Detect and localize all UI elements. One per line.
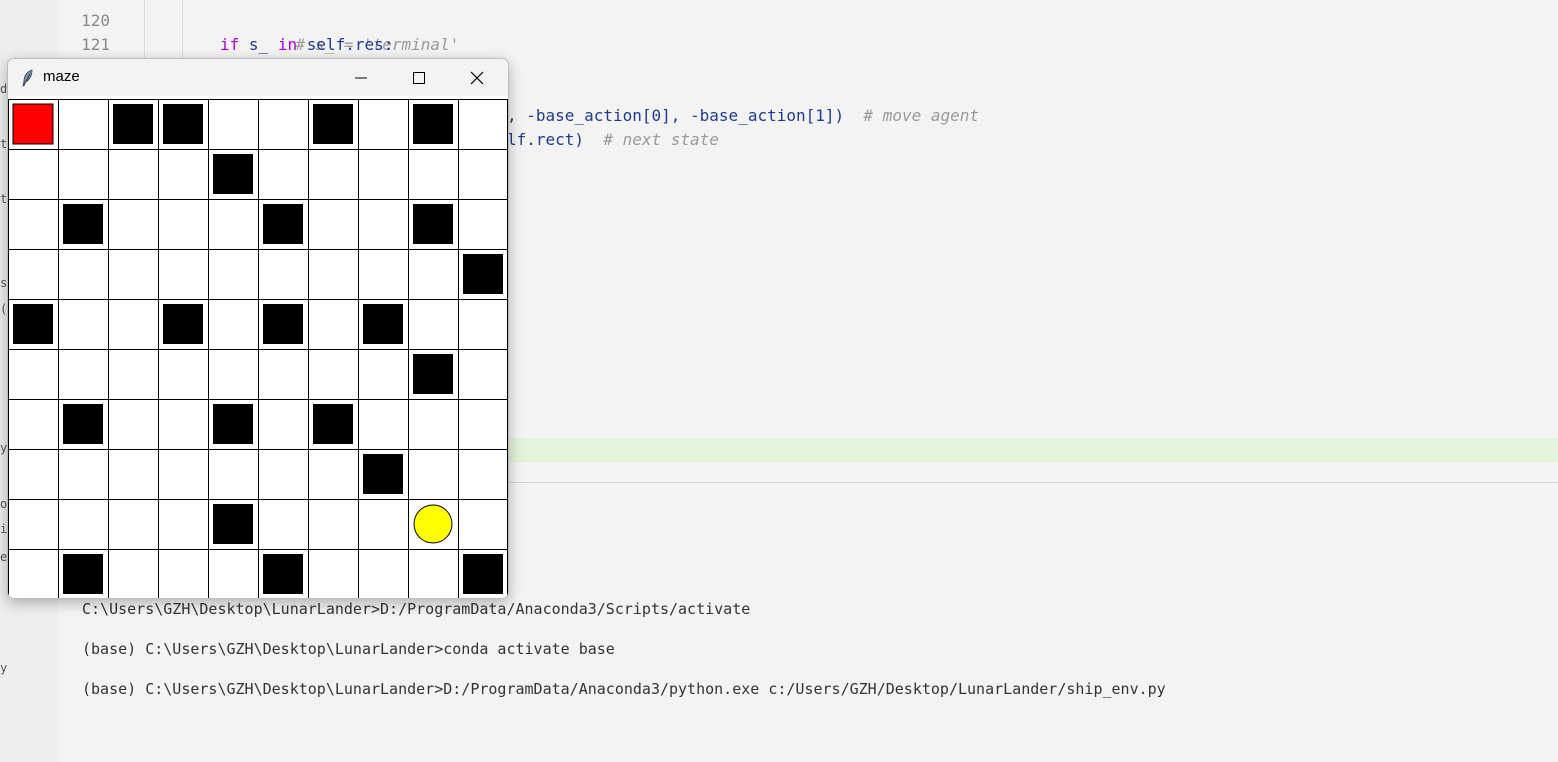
maze-wall [13,304,53,344]
code-text: , [507,106,527,125]
maze-wall [263,304,303,344]
maze-wall [213,404,253,444]
code-keyword: in [277,35,298,54]
maze-wall [263,554,303,594]
code-variable: s_ [248,35,269,54]
code-line-next[interactable]: lf.rect) # next state [507,128,719,152]
maze-wall [163,304,203,344]
maze-wall [313,104,353,144]
maze-wall [63,404,103,444]
close-button[interactable] [448,59,506,96]
line-number: 121 [81,35,110,54]
code-text: lf.rect) [507,130,585,149]
maze-wall [63,554,103,594]
maximize-icon [413,71,425,84]
feather-icon [22,69,33,87]
maximize-button[interactable] [390,59,448,96]
maze-wall [163,104,203,144]
window-title: maze [43,68,80,85]
terminal-line: (base) C:\Users\GZH\Desktop\LunarLander>… [82,640,615,658]
code-call: -base_action[0], -base_action[1]) [526,106,845,125]
maze-wall [413,104,453,144]
terminal-line: (base) C:\Users\GZH\Desktop\LunarLander>… [82,680,1166,698]
close-icon [470,71,484,84]
sidebar-char: y [0,661,8,675]
terminal-line: C:\Users\GZH\Desktop\LunarLander>D:/Prog… [82,600,751,618]
maze-wall [263,204,303,244]
maze-wall [413,354,453,394]
code-line-121[interactable]: if s_ in self.res: [220,33,393,57]
maze-wall [313,404,353,444]
maze-wall [63,204,103,244]
line-number: 120 [81,11,110,30]
maze-window[interactable]: maze [7,58,509,599]
maze-wall [213,154,253,194]
maze-wall [413,204,453,244]
code-comment: # move agent [863,106,980,125]
maze-grid [8,99,508,598]
code-line-move[interactable]: , -base_action[0], -base_action[1]) # mo… [507,104,979,128]
window-titlebar[interactable]: maze [8,59,508,96]
indent-guide [144,0,145,58]
goal-circle [413,504,453,544]
minimize-button[interactable] [332,59,390,96]
code-comment: # next state [603,130,719,149]
maze-wall [113,104,153,144]
code-variable: self.res: [306,35,394,54]
maze-wall [363,454,403,494]
maze-wall [463,554,503,594]
maze-wall [463,254,503,294]
agent-square [12,103,54,145]
minimize-icon [355,77,367,78]
maze-wall [363,304,403,344]
maze-wall [213,504,253,544]
code-keyword: if [220,35,240,54]
indent-guide [182,0,183,58]
current-line-highlight [507,438,1558,462]
